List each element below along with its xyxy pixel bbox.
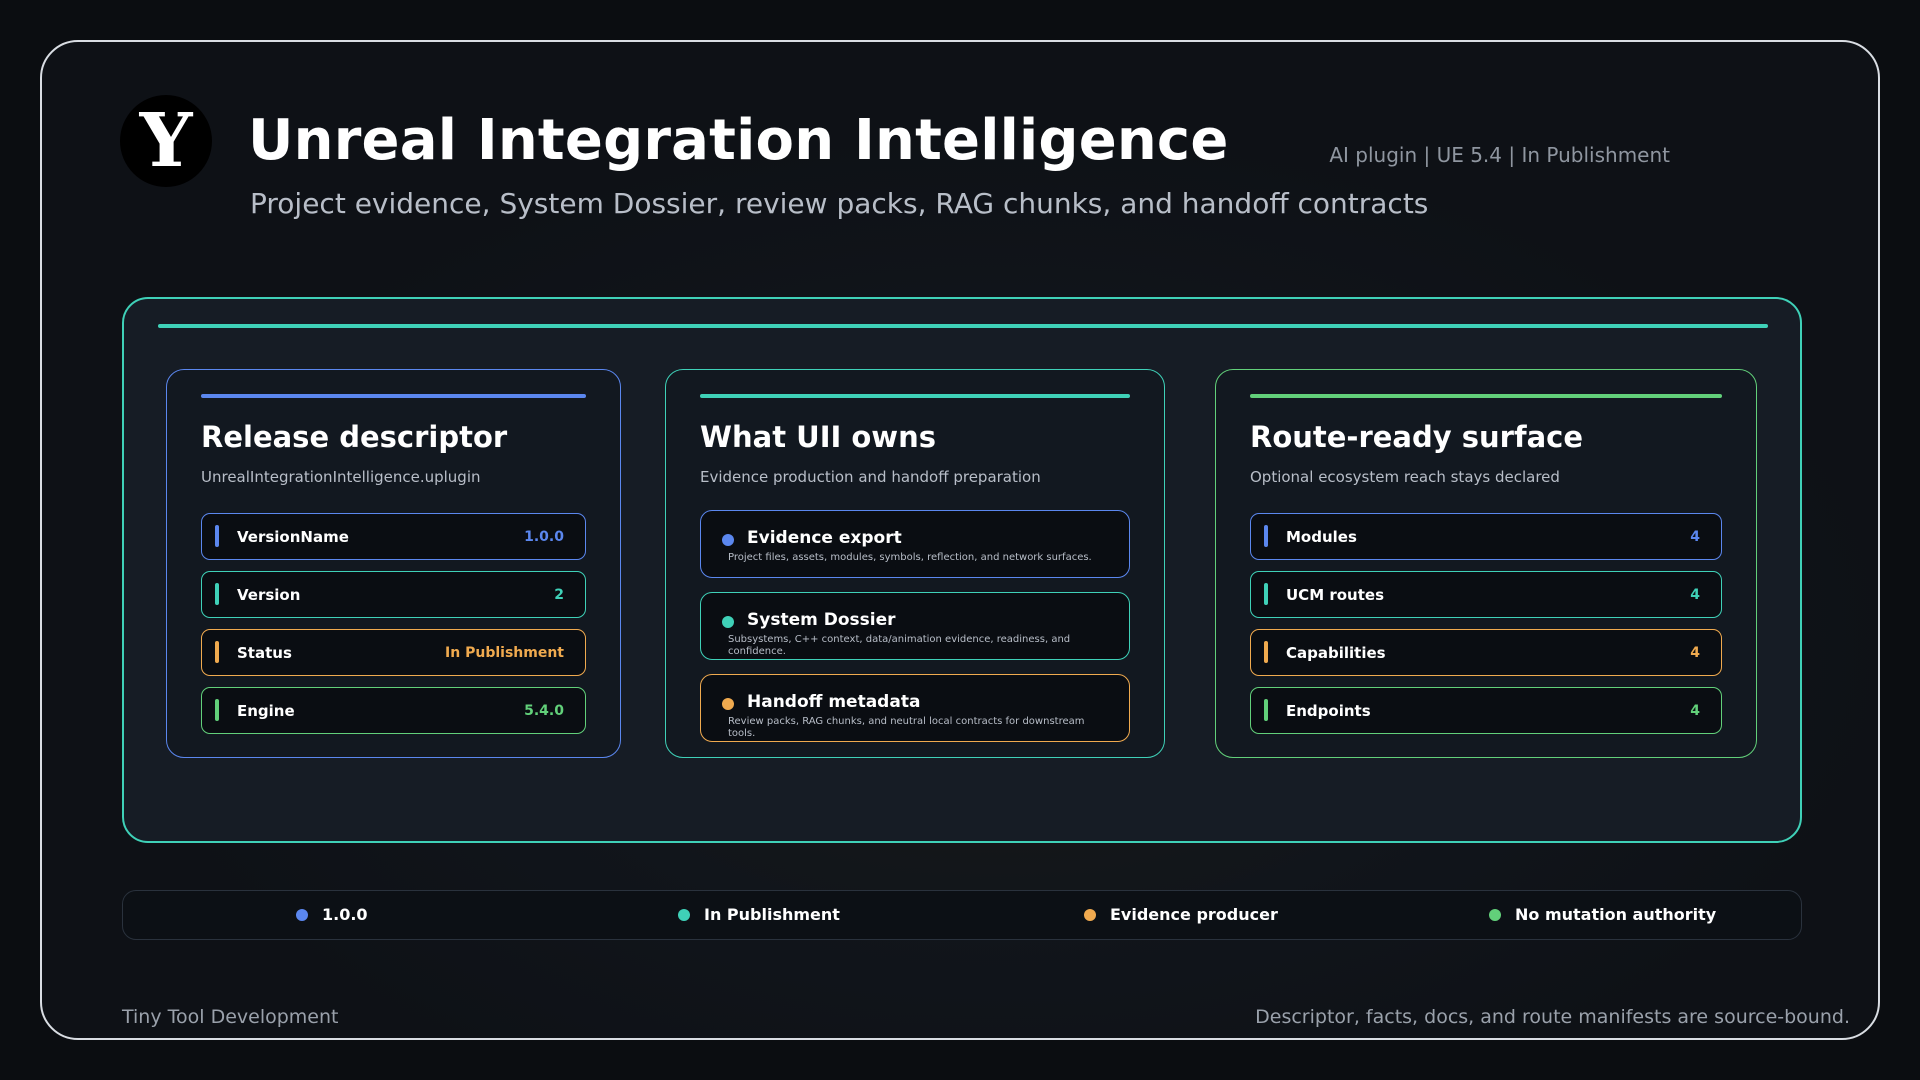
row-accent-marker [1264,583,1268,605]
card-title: What UII owns [700,420,937,454]
row-label: Engine [237,701,295,720]
route-ready-surface-card: Route-ready surface Optional ecosystem r… [1215,369,1757,758]
item-description: Project files, assets, modules, symbols,… [728,552,1092,563]
plugin-meta: AI plugin | UE 5.4 | In Publishment [1329,143,1670,167]
item-title: Handoff metadata [747,692,921,712]
row-label: VersionName [237,527,349,546]
card-accent-bar [201,394,586,398]
card-subtitle: Optional ecosystem reach stays declared [1250,468,1560,486]
bullet-dot-icon [722,698,734,710]
status-label: Evidence producer [1110,905,1278,924]
route-row-capabilities: Capabilities 4 [1250,629,1722,676]
row-value: 4 [1690,702,1700,719]
status-dot-icon [1489,908,1501,921]
row-accent-marker [215,583,219,605]
item-title: System Dossier [747,610,896,630]
bullet-dot-icon [722,616,734,628]
status-dot-icon [678,908,690,921]
brand-logo: Y [120,95,212,187]
row-accent-marker [1264,525,1268,547]
panel-accent-line [158,324,1768,328]
status-item-publishment: In Publishment [678,891,840,938]
status-item-evidence-producer: Evidence producer [1084,891,1278,938]
owns-item-handoff-metadata: Handoff metadata Review packs, RAG chunk… [700,674,1130,742]
item-description: Subsystems, C++ context, data/animation … [728,634,1071,657]
what-uii-owns-card: What UII owns Evidence production and ha… [665,369,1165,758]
status-dot-icon [296,908,308,921]
row-value: In Publishment [445,644,564,661]
release-row-status: Status In Publishment [201,629,586,676]
row-label: Version [237,585,301,604]
row-label: Modules [1286,527,1357,546]
card-accent-bar [1250,394,1722,398]
release-row-versionname: VersionName 1.0.0 [201,513,586,560]
row-value: 5.4.0 [524,702,564,719]
route-row-ucm-routes: UCM routes 4 [1250,571,1722,618]
card-subtitle: Evidence production and handoff preparat… [700,468,1041,486]
release-row-version: Version 2 [201,571,586,618]
bullet-dot-icon [722,534,734,546]
route-row-endpoints: Endpoints 4 [1250,687,1722,734]
status-dot-icon [1084,908,1096,921]
card-title: Route-ready surface [1250,420,1584,454]
row-value: 4 [1690,644,1700,661]
item-title: Evidence export [747,528,902,548]
row-value: 4 [1690,586,1700,603]
main-panel: Release descriptor UnrealIntegrationInte… [122,297,1802,843]
route-row-modules: Modules 4 [1250,513,1722,560]
slide-frame: Y Unreal Integration Intelligence Projec… [40,40,1880,1040]
row-accent-marker [1264,641,1268,663]
card-subtitle: UnrealIntegrationIntelligence.uplugin [201,468,481,486]
owns-item-system-dossier: System Dossier Subsystems, C++ context, … [700,592,1130,660]
owns-item-evidence-export: Evidence export Project files, assets, m… [700,510,1130,578]
row-accent-marker [215,699,219,721]
release-descriptor-card: Release descriptor UnrealIntegrationInte… [166,369,621,758]
status-strip: 1.0.0 In Publishment Evidence producer N… [122,890,1802,940]
row-label: Capabilities [1286,643,1386,662]
item-description: Review packs, RAG chunks, and neutral lo… [728,716,1085,739]
status-item-no-mutation: No mutation authority [1489,891,1716,938]
status-item-version: 1.0.0 [296,891,368,938]
row-label: Status [237,643,292,662]
brand-logo-letter: Y [139,98,193,184]
row-value: 1.0.0 [524,528,564,545]
row-value: 4 [1690,528,1700,545]
row-value: 2 [554,586,564,603]
release-row-engine: Engine 5.4.0 [201,687,586,734]
status-label: In Publishment [704,905,840,924]
row-accent-marker [1264,699,1268,721]
card-accent-bar [700,394,1130,398]
row-label: Endpoints [1286,701,1371,720]
row-accent-marker [215,525,219,547]
status-label: 1.0.0 [322,905,368,924]
page-subtitle: Project evidence, System Dossier, review… [250,187,1429,220]
footer-credit: Tiny Tool Development [122,1006,339,1028]
footer-note: Descriptor, facts, docs, and route manif… [1255,1006,1850,1028]
row-accent-marker [215,641,219,663]
status-label: No mutation authority [1515,905,1717,924]
card-title: Release descriptor [201,420,508,454]
page-title: Unreal Integration Intelligence [248,108,1229,173]
row-label: UCM routes [1286,585,1384,604]
